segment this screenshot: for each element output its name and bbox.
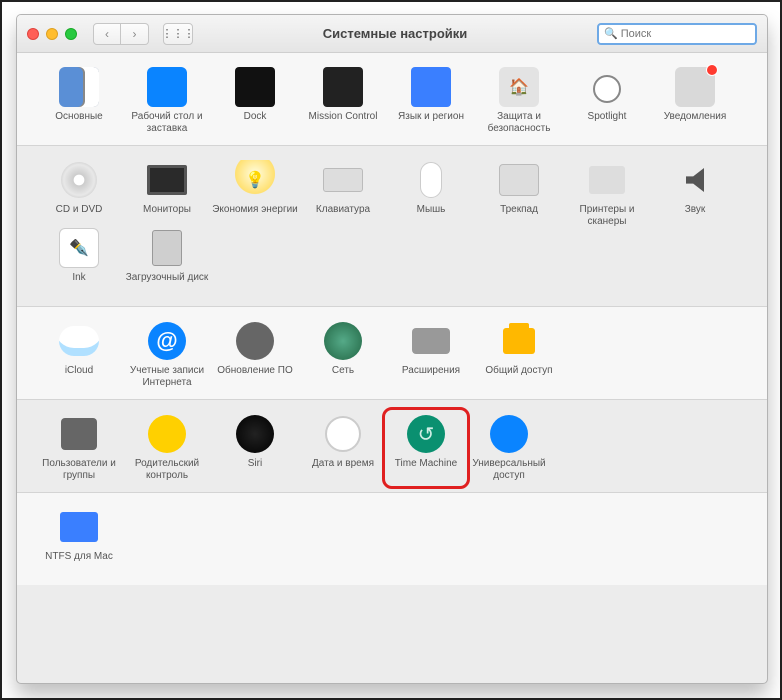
grid-icon: ⋮⋮⋮: [162, 27, 195, 40]
pref-internet-accounts[interactable]: @Учетные записи Интернета: [123, 321, 211, 389]
pref-mission-control[interactable]: Mission Control: [299, 67, 387, 135]
pref-desktop[interactable]: Рабочий стол и заставка: [123, 67, 211, 135]
pref-software-update[interactable]: Обновление ПО: [211, 321, 299, 389]
pref-time-machine[interactable]: ↺Time Machine: [382, 407, 470, 489]
pref-extensions[interactable]: Расширения: [387, 321, 475, 389]
search-field[interactable]: 🔍: [597, 23, 757, 45]
pref-language[interactable]: Язык и регион: [387, 67, 475, 135]
pref-sound[interactable]: Звук: [651, 160, 739, 228]
window-title: Системные настройки: [201, 26, 589, 41]
pref-ink[interactable]: ✒️Ink: [35, 228, 123, 296]
pref-icloud[interactable]: iCloud: [35, 321, 123, 389]
pref-accessibility[interactable]: Универсальный доступ: [465, 414, 553, 482]
users-icon: [59, 414, 99, 454]
pref-sharing[interactable]: Общий доступ: [475, 321, 563, 389]
icloud-icon: [59, 321, 99, 361]
time-machine-icon: ↺: [406, 414, 446, 454]
pref-network[interactable]: Сеть: [299, 321, 387, 389]
displays-icon: [147, 160, 187, 200]
accessibility-icon: [489, 414, 529, 454]
network-icon: [323, 321, 363, 361]
keyboard-icon: [323, 160, 363, 200]
system-preferences-window: ‹ › ⋮⋮⋮ Системные настройки 🔍 Основные Р…: [16, 14, 768, 684]
internet-accounts-icon: @: [147, 321, 187, 361]
window-controls: [27, 28, 77, 40]
search-icon: 🔍: [604, 27, 618, 40]
section-personal: Основные Рабочий стол и заставка Dock Mi…: [17, 53, 767, 146]
startup-disk-icon: [147, 228, 187, 268]
pref-security[interactable]: 🏠Защита и безопасность: [475, 67, 563, 135]
mission-control-icon: [323, 67, 363, 107]
pref-spotlight[interactable]: Spotlight: [563, 67, 651, 135]
section-thirdparty: NTFS для Mac: [17, 493, 767, 585]
sound-icon: [675, 160, 715, 200]
pref-ntfs[interactable]: NTFS для Mac: [35, 507, 123, 575]
pref-general[interactable]: Основные: [35, 67, 123, 135]
show-all-button[interactable]: ⋮⋮⋮: [163, 23, 193, 45]
printers-icon: [587, 160, 627, 200]
chevron-left-icon: ‹: [105, 27, 109, 41]
extensions-icon: [411, 321, 451, 361]
energy-icon: 💡: [235, 160, 275, 200]
minimize-icon[interactable]: [46, 28, 58, 40]
software-update-icon: [235, 321, 275, 361]
back-button[interactable]: ‹: [93, 23, 121, 45]
notification-badge: [706, 64, 718, 76]
pref-users[interactable]: Пользователи и группы: [35, 414, 123, 482]
cd-dvd-icon: [59, 160, 99, 200]
chevron-right-icon: ›: [133, 27, 137, 41]
nav-buttons: ‹ ›: [93, 23, 149, 45]
trackpad-icon: [499, 160, 539, 200]
general-icon: [59, 67, 99, 107]
pref-notifications[interactable]: Уведомления: [651, 67, 739, 135]
pref-trackpad[interactable]: Трекпад: [475, 160, 563, 228]
section-system: Пользователи и группы Родительский контр…: [17, 400, 767, 493]
pref-energy[interactable]: 💡Экономия энергии: [211, 160, 299, 228]
desktop-icon: [147, 67, 187, 107]
siri-icon: [235, 414, 275, 454]
pref-siri[interactable]: Siri: [211, 414, 299, 482]
security-icon: 🏠: [499, 67, 539, 107]
dock-icon: [235, 67, 275, 107]
pref-date-time[interactable]: Дата и время: [299, 414, 387, 482]
ink-icon: ✒️: [59, 228, 99, 268]
parental-controls-icon: [147, 414, 187, 454]
language-icon: [411, 67, 451, 107]
pref-startup-disk[interactable]: Загрузочный диск: [123, 228, 211, 296]
date-time-icon: [323, 414, 363, 454]
close-icon[interactable]: [27, 28, 39, 40]
zoom-icon[interactable]: [65, 28, 77, 40]
mouse-icon: [411, 160, 451, 200]
pref-printers[interactable]: Принтеры и сканеры: [563, 160, 651, 228]
pref-parental-controls[interactable]: Родительский контроль: [123, 414, 211, 482]
sharing-icon: [499, 321, 539, 361]
pref-cd-dvd[interactable]: CD и DVD: [35, 160, 123, 228]
toolbar: ‹ › ⋮⋮⋮ Системные настройки 🔍: [17, 15, 767, 53]
search-input[interactable]: [621, 28, 763, 40]
notifications-icon: [675, 67, 715, 107]
section-hardware: CD и DVD Мониторы 💡Экономия энергии Клав…: [17, 146, 767, 307]
pref-keyboard[interactable]: Клавиатура: [299, 160, 387, 228]
ntfs-icon: [59, 507, 99, 547]
pref-dock[interactable]: Dock: [211, 67, 299, 135]
section-internet: iCloud @Учетные записи Интернета Обновле…: [17, 307, 767, 400]
pref-mouse[interactable]: Мышь: [387, 160, 475, 228]
forward-button[interactable]: ›: [121, 23, 149, 45]
spotlight-icon: [587, 67, 627, 107]
pref-displays[interactable]: Мониторы: [123, 160, 211, 228]
